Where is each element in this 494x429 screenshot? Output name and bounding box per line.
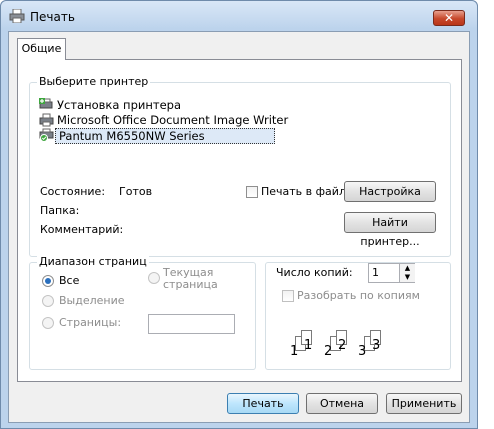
collate-checkbox[interactable]: [282, 290, 294, 302]
copies-label: Число копий:: [276, 266, 353, 279]
printer-item-pantum[interactable]: Pantum M6550NW Series: [39, 128, 289, 144]
select-printer-legend: Выберите принтер: [37, 75, 151, 88]
printer-list[interactable]: Установка принтера Microsoft Office Docu…: [39, 97, 289, 157]
find-printer-button[interactable]: Найти принтер...: [344, 212, 436, 248]
tab-panel-general: Выберите принтер Установка принтера Micr…: [17, 59, 462, 382]
folder-label: Папка:: [40, 204, 80, 217]
print-to-file-label[interactable]: Печать в файл: [261, 185, 346, 198]
collate-number: 2: [324, 344, 333, 359]
collate-number: 1: [304, 338, 313, 353]
range-selection-label[interactable]: Выделение: [59, 294, 125, 307]
close-button[interactable]: ✕: [433, 10, 465, 26]
range-all-label[interactable]: Все: [59, 274, 79, 287]
status-label: Состояние:: [40, 185, 106, 198]
printer-item-add[interactable]: Установка принтера: [39, 98, 289, 113]
spin-down-icon[interactable]: ▼: [399, 273, 415, 282]
printer-item-mso-writer[interactable]: Microsoft Office Document Image Writer: [39, 113, 289, 128]
collate-number: 1: [290, 344, 299, 359]
range-current-page-label[interactable]: Текущая страница: [163, 267, 225, 291]
printer-icon: [9, 8, 25, 24]
title-bar[interactable]: Печать ✕: [1, 1, 477, 29]
range-pages-radio[interactable]: [42, 317, 54, 329]
dialog-client-area: Общие Выберите принтер Установка принтер…: [8, 31, 470, 423]
printer-name: Установка принтера: [57, 98, 181, 112]
status-value: Готов: [119, 185, 153, 198]
printer-name: Microsoft Office Document Image Writer: [57, 113, 289, 127]
print-to-file-checkbox[interactable]: [246, 186, 258, 198]
copies-stepper[interactable]: 1 ▲ ▼: [368, 263, 415, 283]
page-range-legend: Диапазон страниц: [37, 255, 149, 268]
tab-general[interactable]: Общие: [17, 38, 66, 60]
window-title: Печать: [30, 10, 75, 24]
collate-number: 3: [372, 338, 381, 353]
range-current-page-radio[interactable]: [148, 272, 160, 284]
range-pages-label[interactable]: Страницы:: [59, 316, 121, 329]
collate-label[interactable]: Разобрать по копиям: [297, 289, 420, 302]
range-selection-radio[interactable]: [42, 295, 54, 307]
pages-input[interactable]: [148, 314, 235, 334]
collate-number: 3: [358, 344, 367, 359]
collate-number: 2: [338, 338, 347, 353]
add-printer-icon: [39, 98, 54, 112]
range-all-radio[interactable]: [42, 275, 54, 287]
print-dialog-window: Печать ✕ Общие Выберите принтер Установк…: [0, 0, 478, 429]
close-icon: ✕: [443, 11, 455, 25]
apply-button[interactable]: Применить: [386, 393, 462, 414]
cancel-button[interactable]: Отмена: [306, 393, 378, 414]
printer-icon: [39, 113, 54, 127]
print-button[interactable]: Печать: [227, 393, 299, 414]
preferences-button[interactable]: Настройка: [344, 181, 436, 202]
printer-name: Pantum M6550NW Series: [55, 128, 275, 144]
default-printer-icon: [39, 128, 54, 142]
copies-value: 1: [372, 266, 379, 279]
comment-label: Комментарий:: [40, 223, 124, 236]
